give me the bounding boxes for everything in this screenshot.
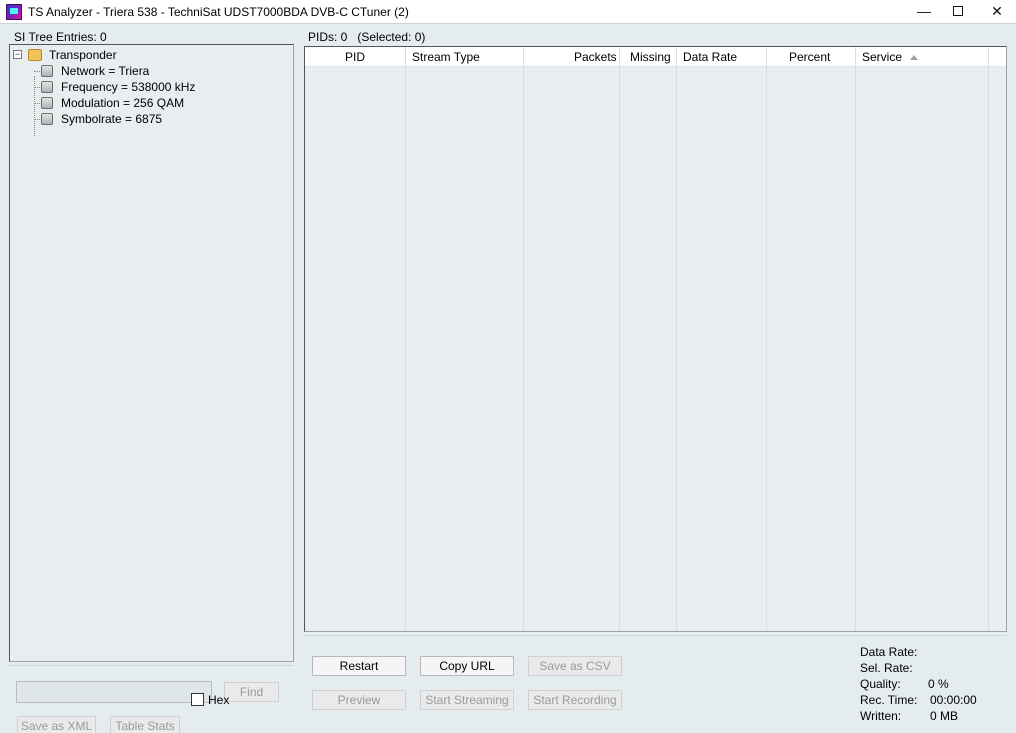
column-header-pid[interactable]: PID [345,50,365,64]
window-title: TS Analyzer - Triera 538 - TechniSat UDS… [28,5,409,19]
start-streaming-button[interactable]: Start Streaming [420,690,514,710]
si-tree-controls: Find Save as XML Table Stats [9,665,294,733]
rec-time-value: 00:00:00 [930,693,977,707]
find-button[interactable]: Find [224,682,279,702]
preview-button[interactable]: Preview [312,690,406,710]
si-tree[interactable]: − Transponder Network = Triera Frequency… [9,44,294,662]
column-divider[interactable] [619,47,620,631]
restart-button[interactable]: Restart [312,656,406,676]
si-tree-panel: SI Tree Entries: 0 − Transponder Network… [4,28,296,733]
sel-rate-label: Sel. Rate: [860,661,913,675]
quality-value: 0 % [928,677,949,691]
save-as-xml-button[interactable]: Save as XML [17,716,96,733]
pid-table[interactable]: PID Stream Type Packets Missing Data Rat… [304,46,1007,632]
node-icon [41,65,53,77]
maximize-icon [953,6,963,17]
find-input[interactable] [16,681,212,703]
column-divider[interactable] [523,47,524,631]
tree-item-label: Frequency = 538000 kHz [61,80,196,94]
node-icon [41,97,53,109]
column-header-percent[interactable]: Percent [789,50,830,64]
data-rate-label: Data Rate: [860,645,918,659]
pid-table-header: PID Stream Type Packets Missing Data Rat… [305,47,1006,67]
column-divider[interactable] [988,47,989,631]
column-header-packets[interactable]: Packets [574,50,617,64]
column-divider[interactable] [766,47,767,631]
start-recording-button[interactable]: Start Recording [528,690,622,710]
folder-icon [28,49,42,61]
node-icon [41,113,53,125]
written-value: 0 MB [930,709,959,723]
collapse-icon[interactable]: − [13,50,22,59]
column-header-missing[interactable]: Missing [630,50,671,64]
copy-url-button[interactable]: Copy URL [420,656,514,676]
column-header-stream-type[interactable]: Stream Type [412,50,480,64]
column-divider[interactable] [405,47,406,631]
quality-label: Quality: [860,677,901,691]
written-label: Written: [860,709,902,723]
pid-panel: PIDs: 0 (Selected: 0) PID Stream Type Pa… [300,28,1012,728]
hex-label: Hex [208,693,230,707]
si-tree-header: SI Tree Entries: 0 [14,30,107,44]
pid-header: PIDs: 0 (Selected: 0) [308,30,426,44]
node-icon [41,81,53,93]
pid-controls: Restart Copy URL Save as CSV Preview Sta… [304,635,1007,725]
close-button[interactable]: ✕ [974,0,1016,24]
column-header-data-rate[interactable]: Data Rate [683,50,737,64]
tree-connector [34,76,35,136]
column-divider[interactable] [855,47,856,631]
tree-item-label: Symbolrate = 6875 [61,112,163,126]
sort-ascending-icon [910,55,918,60]
column-header-service[interactable]: Service [862,50,902,64]
app-icon [6,4,22,20]
hex-checkbox[interactable] [191,693,204,706]
tree-item-label: Network = Triera [61,64,150,78]
title-bar: TS Analyzer - Triera 538 - TechniSat UDS… [0,0,1016,24]
tree-item-label: Modulation = 256 QAM [61,96,185,110]
tree-item-label: Transponder [49,48,117,62]
column-divider[interactable] [676,47,677,631]
table-stats-button[interactable]: Table Stats [110,716,180,733]
rec-time-label: Rec. Time: [860,693,918,707]
save-as-csv-button[interactable]: Save as CSV [528,656,622,676]
